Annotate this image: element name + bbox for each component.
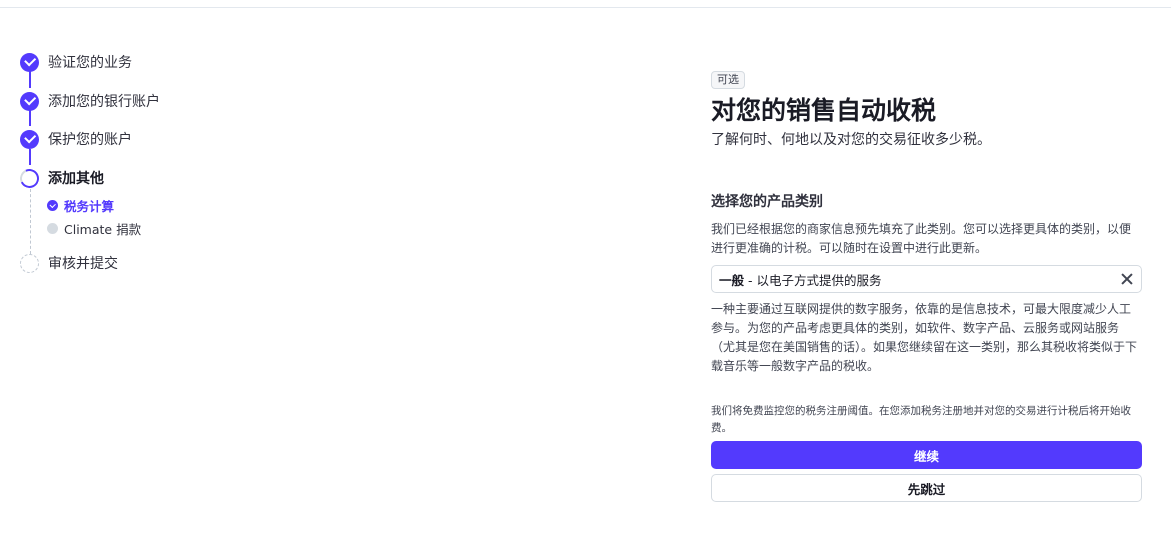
category-rest: - 以电子方式提供的服务 [744,272,882,288]
step-label: 添加其他 [48,171,104,187]
substep-label: 税务计算 [64,199,115,214]
page-subtitle: 了解何时、何地以及对您的交易征收多少税。 [711,132,991,148]
step-add-extras[interactable]: 添加其他 [17,165,104,191]
optional-badge: 可选 [711,71,745,89]
check-dot-icon [47,200,58,211]
step-label: 添加您的银行账户 [48,94,160,110]
check-circle-icon [20,52,39,72]
step-label: 审核并提交 [48,256,118,272]
section-title: 选择您的产品类别 [711,194,823,210]
progress-circle-icon [17,165,42,191]
product-category-select[interactable]: 一般 - 以电子方式提供的服务 [711,265,1142,293]
step-connector-pending [29,189,31,254]
substep-tax-calculation[interactable]: 税务计算 [47,196,114,215]
step-review-submit[interactable]: 审核并提交 [20,253,118,273]
pending-dot-icon [47,223,58,234]
continue-button[interactable]: 继续 [711,441,1142,469]
check-circle-icon [20,129,39,149]
dashed-circle-icon [20,253,39,273]
category-bold: 一般 [719,272,745,288]
substep-label: Climate 捐款 [64,222,142,237]
step-label: 保护您的账户 [48,132,132,148]
billing-note: 我们将免费监控您的税务注册阈值。在您添加税务注册地并对您的交易进行计税后将开始收… [711,405,1131,434]
step-label: 验证您的业务 [48,55,132,71]
step-add-bank-account[interactable]: 添加您的银行账户 [20,91,160,111]
step-connector [29,149,31,165]
tax-panel: 可选 对您的销售自动收税 了解何时、何地以及对您的交易征收多少税。 选择您的产品… [711,68,1142,502]
skip-button[interactable]: 先跳过 [711,474,1142,502]
step-protect-account[interactable]: 保护您的账户 [20,129,132,149]
close-icon[interactable] [1120,272,1134,286]
page-title: 对您的销售自动收税 [711,96,937,125]
step-connector [29,110,31,126]
step-verify-business[interactable]: 验证您的业务 [20,52,132,72]
section-description: 我们已经根据您的商家信息预先填充了此类别。您可以选择更具体的类别，以便进行更准确… [711,222,1132,255]
category-explanation: 一种主要通过互联网提供的数字服务，依靠的是信息技术，可最大限度减少人工参与。为您… [711,302,1138,373]
selected-category: 一般 - 以电子方式提供的服务 [719,270,881,289]
substep-climate[interactable]: Climate 捐款 [47,219,141,238]
check-circle-icon [20,91,39,111]
step-connector [29,71,31,88]
top-bar [0,0,1171,8]
